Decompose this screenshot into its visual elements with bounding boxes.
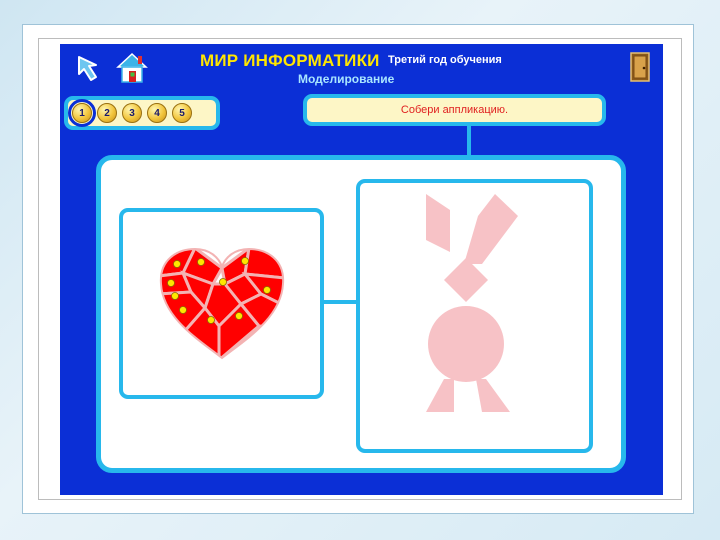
app-year-label: Третий год обучения <box>388 54 502 66</box>
instruction-panel: Собери аппликацию. <box>303 94 606 126</box>
piece-handle-icon <box>207 316 215 324</box>
piece-handle-icon <box>179 306 187 314</box>
exit-button[interactable] <box>630 52 650 82</box>
level-selector: 1 2 3 4 5 <box>64 96 220 130</box>
silhouette-ear-left <box>426 194 450 252</box>
piece-handle-icon <box>167 279 175 287</box>
house-icon <box>116 52 148 83</box>
silhouette-ear-right <box>464 194 518 264</box>
connector-line-horizontal <box>324 300 356 304</box>
home-button[interactable] <box>116 52 148 86</box>
silhouette-foot-right <box>476 379 510 412</box>
back-button[interactable] <box>76 54 106 84</box>
pieces-panel <box>119 208 324 399</box>
silhouette-head <box>444 258 488 302</box>
level-button-2[interactable]: 2 <box>97 103 117 123</box>
level-button-3[interactable]: 3 <box>122 103 142 123</box>
silhouette-body <box>428 306 504 382</box>
connector-line <box>467 126 471 156</box>
piece-handle-icon <box>171 292 179 300</box>
target-panel <box>356 179 593 453</box>
app-section-label: Моделирование <box>298 72 395 86</box>
silhouette-foot-left <box>426 379 454 412</box>
arrow-pointer-icon <box>78 56 97 81</box>
heart-pieces <box>159 248 285 360</box>
piece-handle-icon <box>197 258 205 266</box>
piece-handle-icon <box>219 278 227 286</box>
piece-handle-icon <box>173 260 181 268</box>
level-button-4[interactable]: 4 <box>147 103 167 123</box>
piece-handle-icon <box>235 312 243 320</box>
level-button-1[interactable]: 1 <box>68 99 96 127</box>
app-window: МИР ИНФОРМАТИКИ Третий год обучения Моде… <box>60 44 663 495</box>
door-icon <box>630 52 650 82</box>
bunny-silhouette <box>426 194 518 412</box>
piece-handle-icon <box>263 286 271 294</box>
piece-handle-icon <box>241 257 249 265</box>
app-title: МИР ИНФОРМАТИКИ <box>200 51 380 70</box>
level-button-5[interactable]: 5 <box>172 103 192 123</box>
